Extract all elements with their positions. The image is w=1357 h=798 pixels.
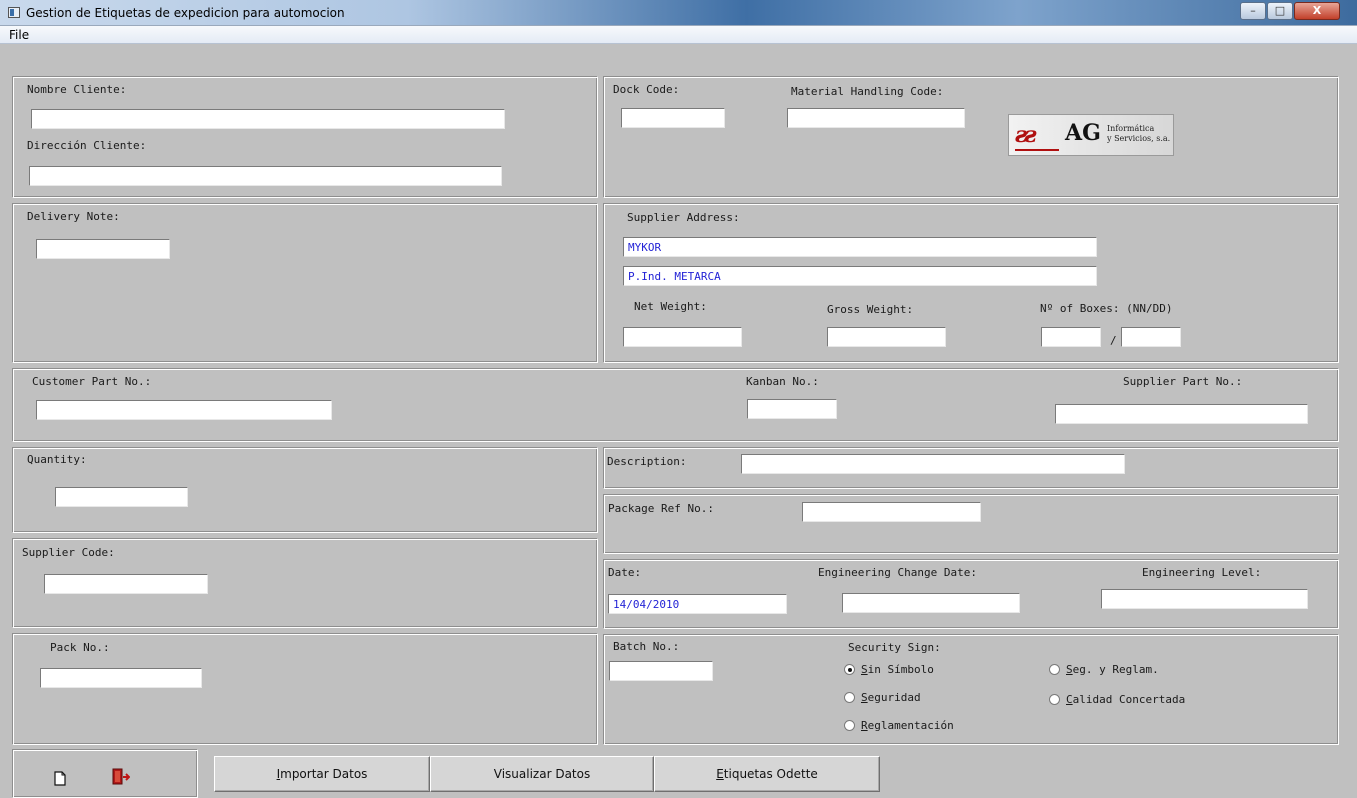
quantity-label: Quantity: xyxy=(27,453,87,466)
radio-label-seguridad: Seguridad xyxy=(861,691,921,704)
boxes-separator: / xyxy=(1110,334,1117,347)
window-title: Gestion de Etiquetas de expedicion para … xyxy=(26,6,345,20)
menu-file[interactable]: File xyxy=(9,28,29,42)
kanban-field[interactable] xyxy=(747,399,837,419)
batch-no-label: Batch No.: xyxy=(613,640,680,653)
close-button[interactable]: X xyxy=(1294,2,1340,20)
pack-no-field[interactable] xyxy=(40,668,202,688)
pack-no-label: Pack No.: xyxy=(50,641,110,654)
net-weight-label: Net Weight: xyxy=(634,300,707,313)
engineering-change-date-label: Engineering Change Date: xyxy=(818,566,977,579)
customer-name-field[interactable] xyxy=(31,109,505,129)
dock-panel xyxy=(603,76,1339,198)
boxes-dd-field[interactable] xyxy=(1121,327,1181,347)
supplier-address-line1-field[interactable] xyxy=(623,237,1097,257)
toolbar-icons-panel xyxy=(12,749,198,798)
logo-mark: ƨƨ xyxy=(1015,122,1037,148)
new-document-icon[interactable] xyxy=(54,771,66,789)
app-icon xyxy=(8,7,20,18)
engineering-change-date-field[interactable] xyxy=(842,593,1020,613)
radio-label-reglamentacion: Reglamentación xyxy=(861,719,954,732)
logo-line2: y Servicios, s.a. xyxy=(1107,134,1171,143)
security-sign-label: Security Sign: xyxy=(848,641,941,654)
radio-dot xyxy=(844,720,855,731)
radio-dot xyxy=(1049,694,1060,705)
etiquetas-odette-button[interactable]: Etiquetas Odette xyxy=(654,756,880,792)
radio-calidad-concertada[interactable]: Calidad Concertada xyxy=(1049,693,1185,706)
menu-bar: File xyxy=(0,26,1357,44)
radio-sin-simbolo[interactable]: Sin Símbolo xyxy=(844,663,934,676)
radio-dot xyxy=(844,664,855,675)
boxes-label: Nº of Boxes: (NN/DD) xyxy=(1040,302,1173,315)
supplier-part-field[interactable] xyxy=(1055,404,1308,424)
visualizar-datos-button[interactable]: Visualizar Datos xyxy=(430,756,654,792)
gross-weight-label: Gross Weight: xyxy=(827,303,914,316)
customer-part-label: Customer Part No.: xyxy=(32,375,152,388)
radio-seg-y-reglam[interactable]: Seg. y Reglam. xyxy=(1049,663,1159,676)
customer-address-field[interactable] xyxy=(29,166,502,186)
package-ref-label: Package Ref No.: xyxy=(608,502,714,515)
material-handling-code-label: Material Handling Code: xyxy=(791,85,944,98)
package-ref-field[interactable] xyxy=(802,502,981,522)
engineering-level-label: Engineering Level: xyxy=(1142,566,1262,579)
logo-underline xyxy=(1015,149,1059,151)
maximize-button[interactable]: □ xyxy=(1267,2,1293,20)
supplier-code-label: Supplier Code: xyxy=(22,546,115,559)
radio-label-calidad-concertada: Calidad Concertada xyxy=(1066,693,1186,706)
description-label: Description: xyxy=(607,455,687,468)
logo-name: AG xyxy=(1065,120,1101,146)
date-label: Date: xyxy=(608,566,642,579)
exit-icon[interactable] xyxy=(112,768,131,789)
delivery-note-field[interactable] xyxy=(36,239,170,259)
radio-label-seg-y-reglam: Seg. y Reglam. xyxy=(1066,663,1159,676)
delivery-panel xyxy=(12,203,598,363)
radio-reglamentacion[interactable]: Reglamentación xyxy=(844,719,954,732)
description-field[interactable] xyxy=(741,454,1125,474)
batch-panel xyxy=(603,634,1339,745)
supplier-part-label: Supplier Part No.: xyxy=(1123,375,1243,388)
material-handling-code-field[interactable] xyxy=(787,108,965,128)
radio-dot xyxy=(844,692,855,703)
net-weight-field[interactable] xyxy=(623,327,742,347)
supplier-code-field[interactable] xyxy=(44,574,208,594)
dock-code-field[interactable] xyxy=(621,108,725,128)
engineering-level-field[interactable] xyxy=(1101,589,1308,609)
supplier-address-line2-field[interactable] xyxy=(623,266,1097,286)
radio-seguridad[interactable]: Seguridad xyxy=(844,691,921,704)
radio-dot xyxy=(1049,664,1060,675)
customer-name-label: Nombre Cliente: xyxy=(27,83,127,96)
importar-datos-button[interactable]: Importar Datos xyxy=(214,756,430,792)
batch-no-field[interactable] xyxy=(609,661,713,681)
dock-code-label: Dock Code: xyxy=(613,83,680,96)
gross-weight-field[interactable] xyxy=(827,327,946,347)
minimize-button[interactable]: – xyxy=(1240,2,1266,20)
logo-line1: Informática xyxy=(1107,124,1155,133)
radio-label-sin-simbolo: Sin Símbolo xyxy=(861,663,934,676)
customer-part-field[interactable] xyxy=(36,400,332,420)
kanban-label: Kanban No.: xyxy=(746,375,819,388)
customer-address-label: Dirección Cliente: xyxy=(27,139,147,152)
quantity-field[interactable] xyxy=(55,487,188,507)
date-field[interactable] xyxy=(608,594,787,614)
title-bar: Gestion de Etiquetas de expedicion para … xyxy=(0,0,1357,26)
delivery-note-label: Delivery Note: xyxy=(27,210,120,223)
supplier-address-label: Supplier Address: xyxy=(627,211,740,224)
company-logo: ƨƨ AG Informática y Servicios, s.a. xyxy=(1008,114,1174,156)
boxes-nn-field[interactable] xyxy=(1041,327,1101,347)
